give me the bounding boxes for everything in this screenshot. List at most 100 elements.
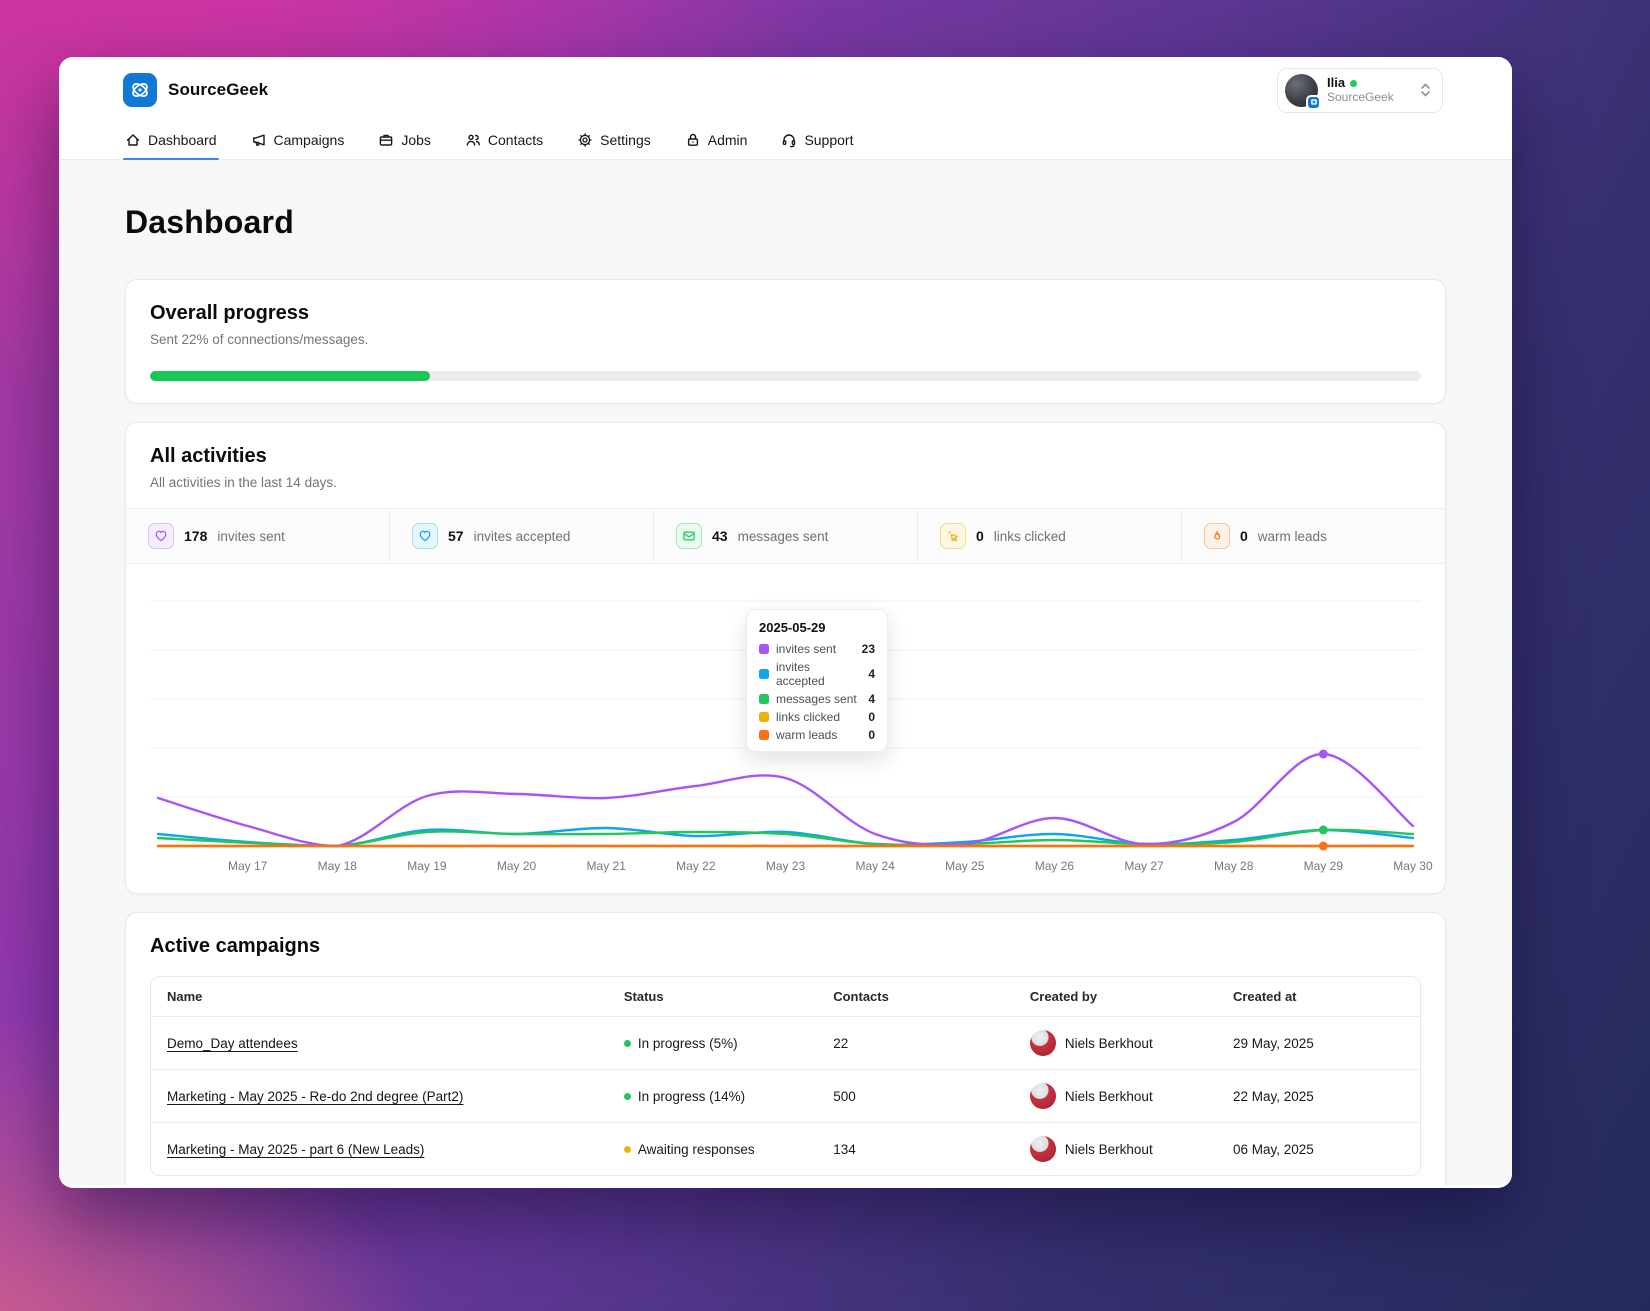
tooltip-row: warm leads 0 — [759, 728, 875, 742]
stat-label: messages sent — [737, 528, 829, 544]
lock-icon — [687, 133, 698, 146]
activity-stats-row: 178 invites sent 57 invites accepted 43 … — [126, 508, 1445, 564]
stat-label: warm leads — [1257, 528, 1327, 544]
user-name: Ilia — [1327, 74, 1346, 90]
progress-bar — [150, 371, 1421, 381]
table-row[interactable]: Marketing - May 2025 - part 6 (New Leads… — [151, 1122, 1420, 1175]
stat-links-clicked: 0 links clicked — [918, 509, 1182, 563]
stat-warm-leads: 0 warm leads — [1182, 509, 1445, 563]
creator-name: Niels Berkhout — [1064, 1035, 1153, 1051]
main-nav: Dashboard Campaigns Jobs Contacts Settin… — [59, 123, 1512, 160]
status-dot — [623, 1145, 631, 1153]
tab-dashboard[interactable]: Dashboard — [123, 123, 219, 160]
active-campaigns-card: Active campaigns Name Status Contacts Cr… — [125, 912, 1446, 1185]
table-footer: 0 of 3 row(s) selected Rows per page 50 … — [150, 1176, 1421, 1185]
stat-value: 0 — [1240, 528, 1248, 544]
x-axis-label: May 20 — [496, 859, 537, 873]
chevron-up-down-icon — [1421, 83, 1430, 97]
creator-avatar — [1029, 1083, 1056, 1109]
x-axis-label: May 30 — [1393, 859, 1433, 873]
activities-chart[interactable]: May 17 May 18 May 19 May 20 May 21 May 22 May … — [126, 564, 1445, 893]
tab-label: Jobs — [401, 132, 431, 148]
invite-heart-icon — [412, 523, 438, 549]
user-org: SourceGeek — [1327, 89, 1394, 104]
x-axis-label: May 18 — [317, 859, 357, 873]
status-dot — [623, 1092, 631, 1100]
invite-heart-icon — [148, 523, 174, 549]
megaphone-icon — [252, 134, 265, 146]
people-icon — [466, 134, 480, 146]
campaign-link[interactable]: Marketing - May 2025 - part 6 (New Leads… — [167, 1142, 424, 1157]
col-created-by: Created by — [1013, 977, 1217, 1017]
tab-label: Contacts — [487, 132, 544, 148]
table-row[interactable]: Demo_Day attendees In progress (5%) 22 N… — [151, 1016, 1420, 1070]
tab-jobs[interactable]: Jobs — [376, 123, 433, 159]
app-header: SourceGeek Ilia SourceGeek — [59, 57, 1512, 123]
tab-settings[interactable]: Settings — [575, 123, 653, 159]
tab-contacts[interactable]: Contacts — [463, 123, 545, 159]
col-contacts: Contacts — [817, 977, 1014, 1017]
x-axis-label: May 23 — [765, 859, 806, 873]
stat-value: 43 — [712, 528, 728, 544]
col-created-at: Created at — [1216, 977, 1420, 1017]
x-axis-label: May 17 — [227, 859, 268, 873]
status-text: In progress (5%) — [637, 1035, 738, 1051]
contacts-count: 134 — [817, 1122, 1014, 1175]
stat-label: invites sent — [217, 528, 285, 544]
x-axis-label: May 25 — [945, 859, 985, 873]
tooltip-date: 2025-05-29 — [759, 620, 826, 635]
status-text: In progress (14%) — [637, 1088, 746, 1104]
tab-campaigns[interactable]: Campaigns — [249, 123, 347, 159]
chart-tooltip: 2025-05-29 invites sent 23 invites accept… — [746, 609, 888, 752]
campaigns-table: Name Status Contacts Created by Created … — [150, 976, 1421, 1176]
stat-label: invites accepted — [473, 528, 571, 544]
creator-name: Niels Berkhout — [1064, 1088, 1153, 1104]
user-avatar — [1285, 73, 1321, 110]
tab-label: Settings — [600, 132, 651, 148]
page-title: Dashboard — [125, 204, 294, 240]
brand: SourceGeek — [123, 73, 268, 107]
status-text: Awaiting responses — [637, 1141, 755, 1157]
stat-value: 57 — [448, 528, 464, 544]
tab-label: Campaigns — [273, 132, 345, 148]
all-activities-subtitle: All activities in the last 14 days. — [150, 475, 337, 490]
briefcase-icon — [380, 134, 393, 146]
x-axis-label: May 26 — [1034, 859, 1075, 873]
all-activities-card: All activities All activities in the las… — [125, 422, 1446, 894]
creator-name: Niels Berkhout — [1064, 1141, 1153, 1157]
campaign-link[interactable]: Marketing - May 2025 - Re-do 2nd degree … — [167, 1089, 463, 1104]
sourcegeek-logo-icon — [123, 73, 157, 107]
tab-support[interactable]: Support — [779, 123, 855, 159]
creator-avatar — [1029, 1136, 1056, 1162]
account-info: Ilia SourceGeek — [1327, 74, 1410, 105]
overall-progress-subtitle: Sent 22% of connections/messages. — [150, 332, 369, 347]
created-at: 29 May, 2025 — [1216, 1016, 1420, 1070]
gear-icon — [578, 133, 592, 147]
stat-invites-sent: 178 invites sent — [126, 509, 390, 563]
x-axis-label: May 19 — [407, 859, 447, 873]
account-switcher[interactable]: Ilia SourceGeek — [1277, 67, 1443, 113]
stat-messages-sent: 43 messages sent — [654, 509, 918, 563]
x-axis-label: May 24 — [855, 859, 895, 873]
table-header-row: Name Status Contacts Created by Created … — [151, 977, 1420, 1017]
tab-label: Support — [804, 132, 854, 148]
home-icon — [126, 134, 140, 146]
progress-bar-fill — [150, 371, 430, 381]
tab-admin[interactable]: Admin — [683, 123, 750, 159]
brand-name: SourceGeek — [168, 80, 269, 99]
table-row[interactable]: Marketing - May 2025 - Re-do 2nd degree … — [151, 1069, 1420, 1123]
envelope-check-icon — [676, 523, 702, 549]
tooltip-row: invites sent 23 — [759, 642, 875, 656]
stat-label: links clicked — [993, 528, 1066, 544]
x-axis-label: May 28 — [1214, 859, 1254, 873]
col-name: Name — [151, 977, 608, 1017]
tooltip-row: links clicked 0 — [759, 710, 875, 724]
tooltip-row: messages sent 4 — [759, 692, 875, 706]
campaign-link[interactable]: Demo_Day attendees — [167, 1036, 298, 1051]
x-axis-label: May 29 — [1303, 859, 1344, 873]
status-dot — [623, 1039, 631, 1047]
created-at: 06 May, 2025 — [1216, 1122, 1420, 1175]
tab-label: Dashboard — [148, 132, 217, 148]
avatar-org-badge-icon — [1306, 94, 1321, 110]
x-axis-label: May 27 — [1124, 859, 1164, 873]
